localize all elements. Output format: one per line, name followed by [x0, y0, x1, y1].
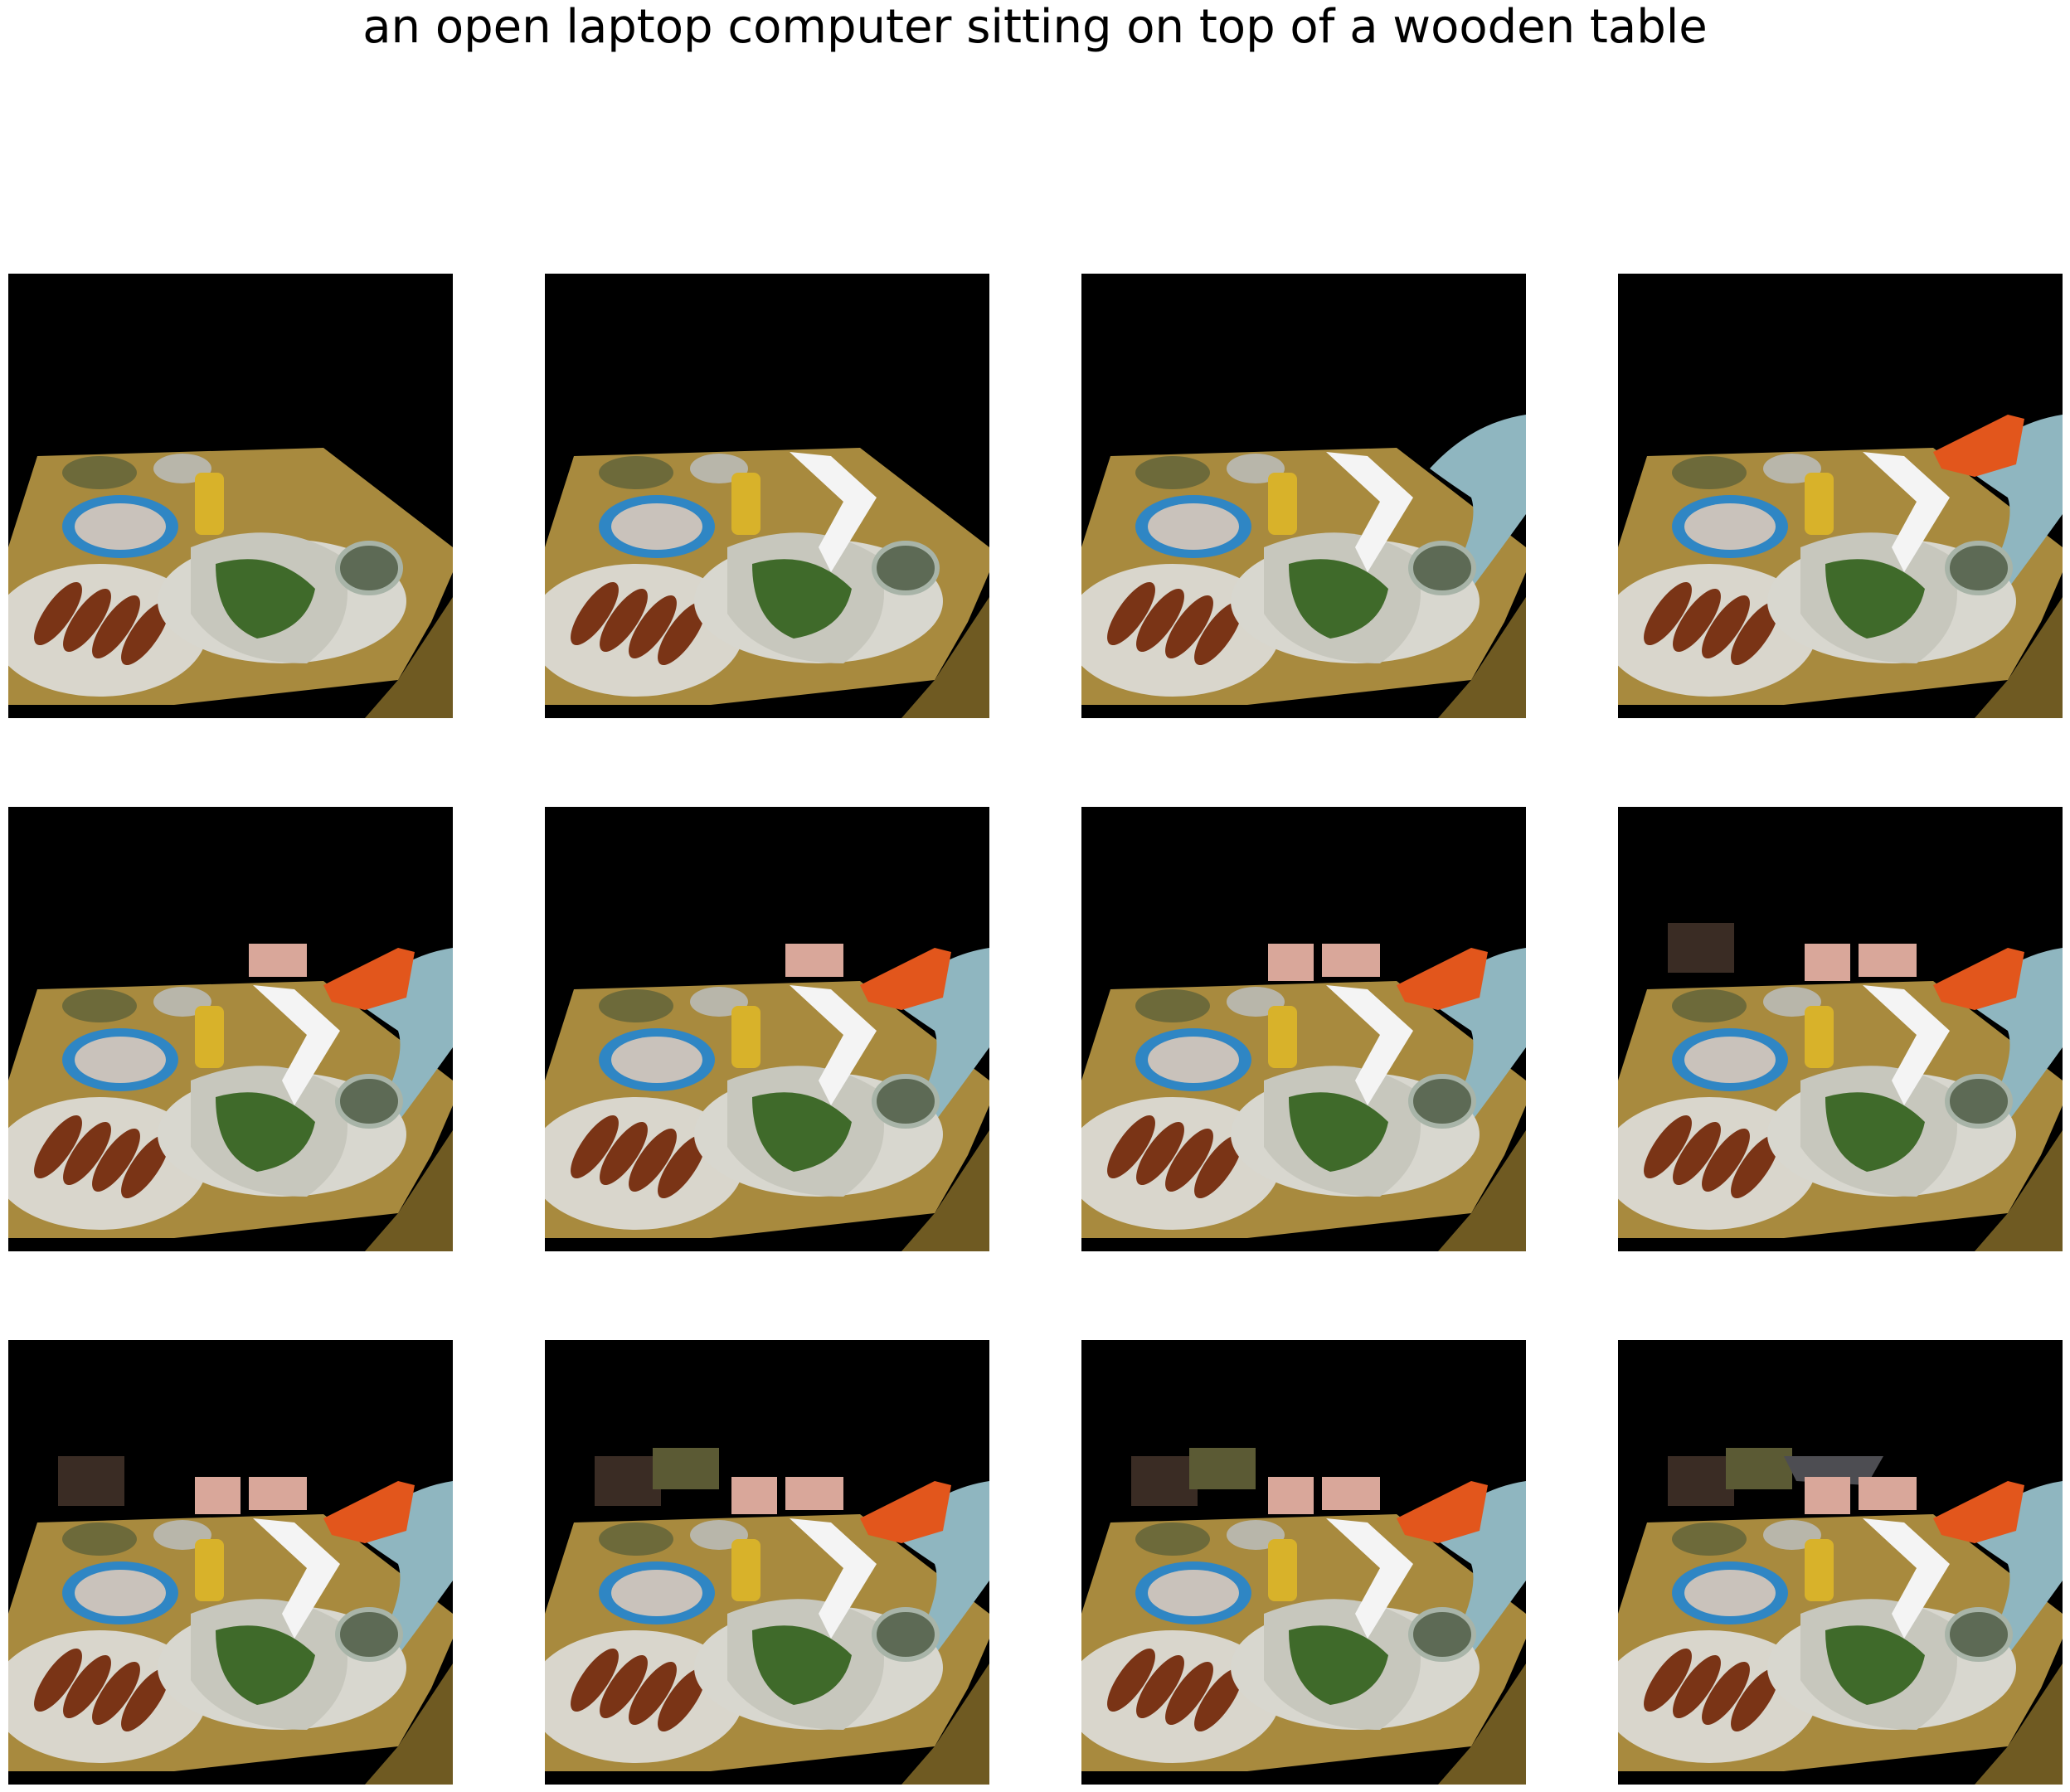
scene-image: [1081, 807, 1526, 1251]
pink-object: [731, 1477, 777, 1514]
container: [1945, 1607, 2013, 1662]
container: [1945, 541, 2013, 595]
bowl: [62, 1522, 137, 1556]
container: [335, 1607, 403, 1662]
dark-object: [1726, 1448, 1792, 1489]
scene-image: [8, 807, 453, 1251]
dark-object: [1668, 1456, 1734, 1506]
dark-object: [653, 1448, 719, 1489]
pink-object: [249, 944, 307, 977]
image-panel: [1081, 1340, 1526, 1785]
bottle: [1805, 1539, 1834, 1601]
pink-object: [1268, 1477, 1314, 1514]
container: [1945, 1074, 2013, 1129]
figure-title: an open laptop computer sitting on top o…: [362, 0, 1708, 54]
scene-image: [8, 274, 453, 718]
pink-object: [785, 944, 843, 977]
container: [872, 1074, 940, 1129]
bowl: [1135, 989, 1210, 1022]
scene-image: [545, 807, 989, 1251]
pink-object: [785, 1477, 843, 1510]
bottle: [1268, 1539, 1297, 1601]
scene-image: [8, 1340, 453, 1785]
bottle: [195, 1539, 224, 1601]
bottle: [731, 473, 760, 535]
bowl: [62, 989, 137, 1022]
scene-image: [1618, 1340, 2063, 1785]
scene-image: [1081, 1340, 1526, 1785]
image-panel: [8, 807, 453, 1251]
bottle: [1268, 473, 1297, 535]
scene-image: [1081, 274, 1526, 718]
image-panel: [8, 274, 453, 718]
bottle: [195, 473, 224, 535]
scene-image: [1618, 807, 2063, 1251]
bowl: [1135, 1522, 1210, 1556]
dark-object: [1189, 1448, 1256, 1489]
image-panel: [1081, 807, 1526, 1251]
pink-object: [1859, 944, 1917, 977]
dark-object: [595, 1456, 661, 1506]
container: [335, 541, 403, 595]
bottle: [1805, 1006, 1834, 1068]
image-panel: [545, 807, 989, 1251]
pink-object: [1805, 1477, 1850, 1514]
image-panel: [545, 274, 989, 718]
container: [872, 1607, 940, 1662]
image-panel: [1618, 807, 2063, 1251]
bowl: [1672, 1522, 1747, 1556]
bowl: [1135, 456, 1210, 489]
scene-image: [545, 274, 989, 718]
pink-object: [1268, 944, 1314, 981]
container: [872, 541, 940, 595]
bottle: [731, 1539, 760, 1601]
image-panel: [1618, 274, 2063, 718]
scene-image: [1618, 274, 2063, 718]
dark-object: [58, 1456, 124, 1506]
pink-object: [1322, 1477, 1380, 1510]
pink-object: [1805, 944, 1850, 981]
bowl: [1672, 456, 1747, 489]
container: [1408, 1607, 1476, 1662]
pink-object: [1859, 1477, 1917, 1510]
image-panel: [8, 1340, 453, 1785]
image-panel: [1618, 1340, 2063, 1785]
bowl: [62, 456, 137, 489]
bowl: [599, 456, 673, 489]
image-panel: [545, 1340, 989, 1785]
bottle: [1805, 473, 1834, 535]
pink-object: [195, 1477, 241, 1514]
bowl: [599, 989, 673, 1022]
pink-object: [249, 1477, 307, 1510]
bottle: [1268, 1006, 1297, 1068]
container: [1408, 541, 1476, 595]
dark-object: [1131, 1456, 1198, 1506]
image-panel: [1081, 274, 1526, 718]
container: [1408, 1074, 1476, 1129]
bowl: [599, 1522, 673, 1556]
bottle: [731, 1006, 760, 1068]
bottle: [195, 1006, 224, 1068]
container: [335, 1074, 403, 1129]
dark-object: [1668, 923, 1734, 973]
pink-object: [1322, 944, 1380, 977]
scene-image: [545, 1340, 989, 1785]
bowl: [1672, 989, 1747, 1022]
